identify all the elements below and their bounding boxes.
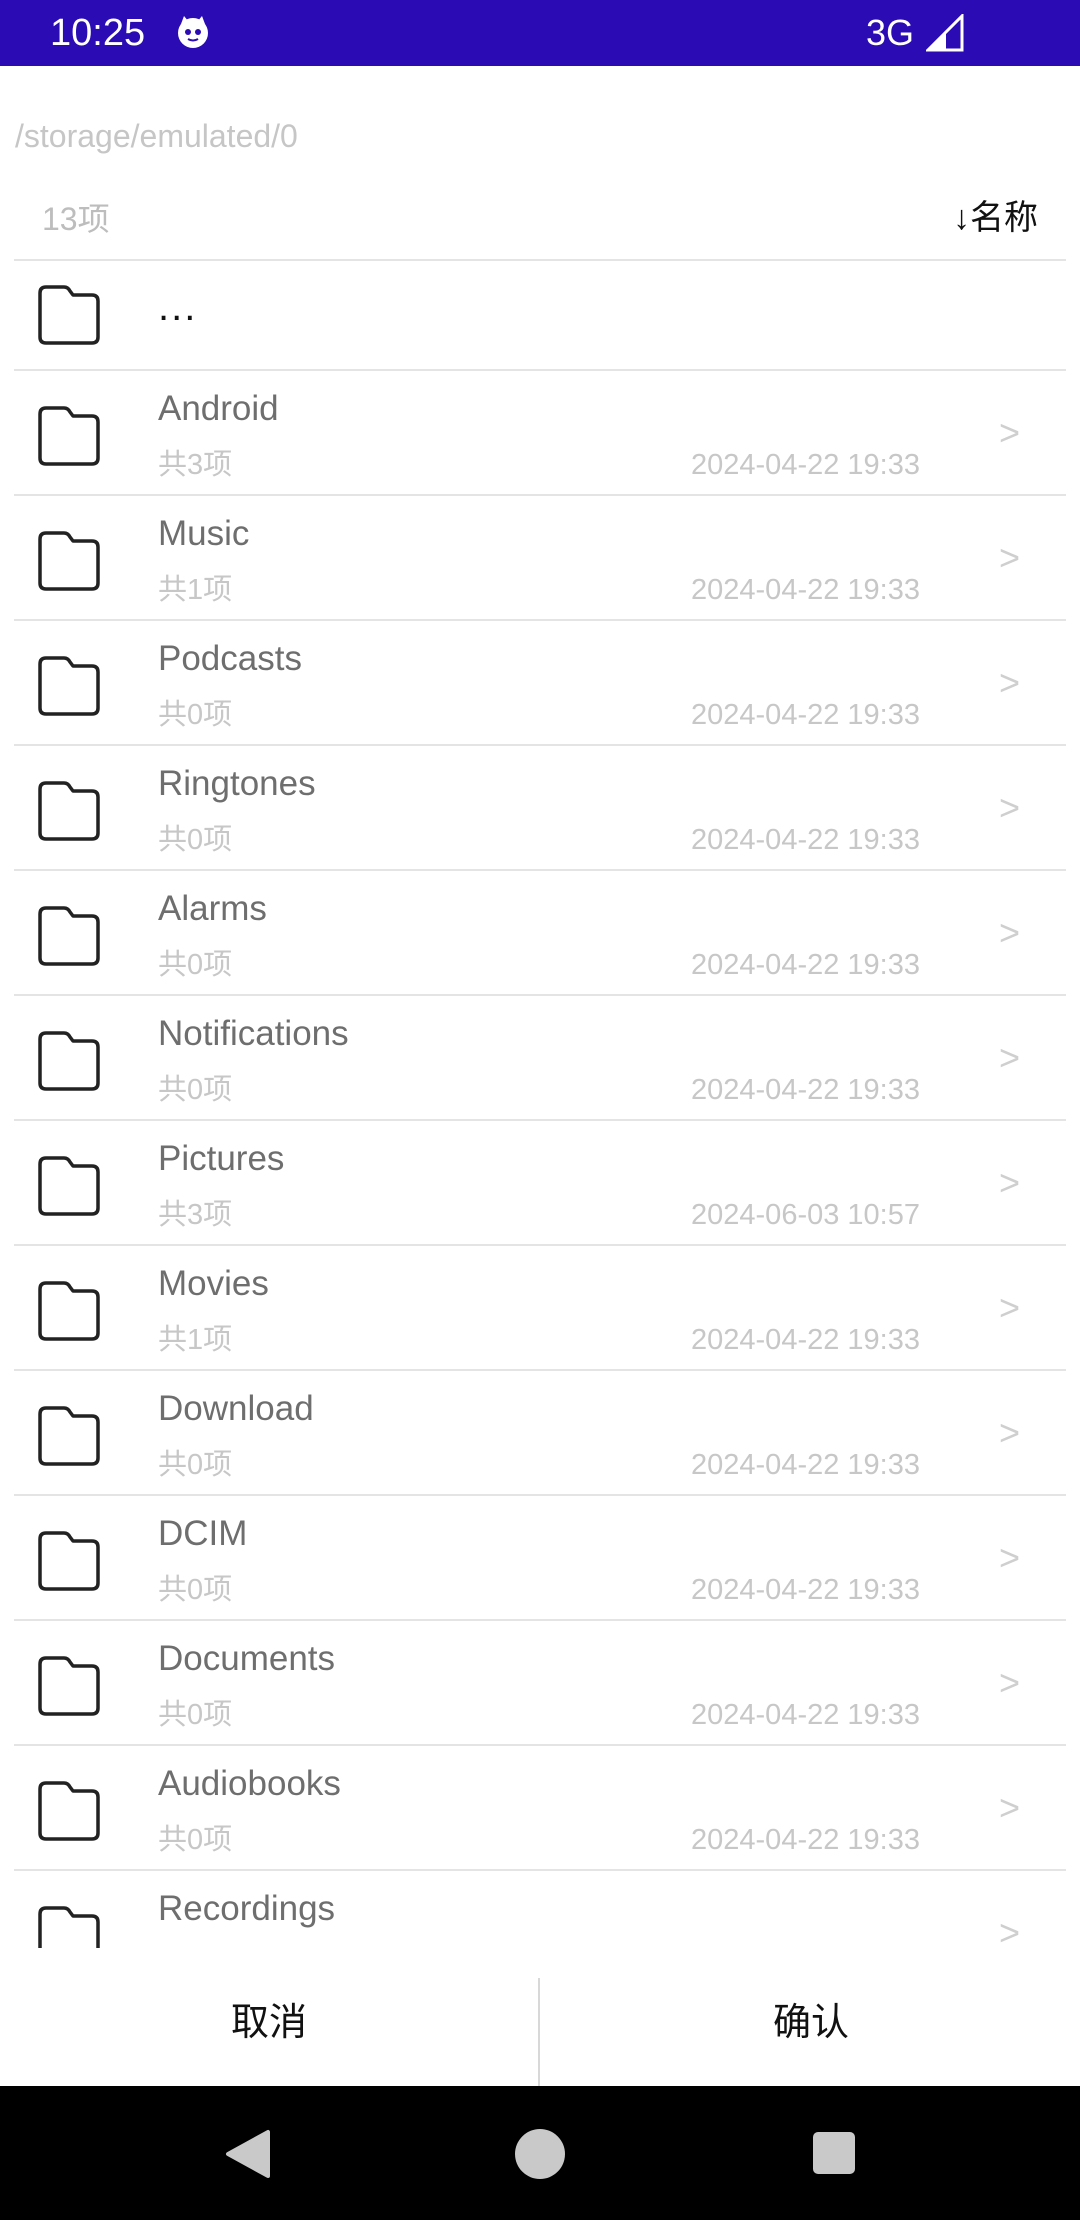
- chevron-right-icon[interactable]: >: [999, 1036, 1020, 1080]
- chevron-right-icon[interactable]: >: [999, 1661, 1020, 1705]
- chevron-right-icon[interactable]: >: [999, 1536, 1020, 1580]
- folder-modified-date: 2024-04-22 19:33: [691, 574, 920, 606]
- folder-row[interactable]: Audiobooks 共0项 2024-04-22 19:33 >: [14, 1746, 1066, 1871]
- folder-icon: [38, 781, 100, 841]
- folder-item-count: 共0项: [158, 1074, 233, 1106]
- chevron-right-icon[interactable]: >: [999, 1911, 1020, 1948]
- folder-modified-date: 2024-04-22 19:33: [691, 699, 920, 731]
- folder-item-count: 共0项: [158, 1824, 233, 1856]
- folder-row[interactable]: Podcasts 共0项 2024-04-22 19:33 >: [14, 621, 1066, 746]
- folder-modified-date: 2024-04-22 19:33: [691, 1449, 920, 1481]
- back-icon[interactable]: [222, 2128, 272, 2180]
- folder-modified-date: 2024-04-22 19:33: [691, 449, 920, 481]
- folder-icon: [38, 1031, 100, 1091]
- folder-item-count: 共0项: [158, 699, 233, 731]
- folder-modified-date: 2024-04-22 19:33: [691, 1324, 920, 1356]
- chevron-right-icon[interactable]: >: [999, 1161, 1020, 1205]
- chevron-right-icon[interactable]: >: [999, 536, 1020, 580]
- folder-icon: [38, 531, 100, 591]
- folder-name: Documents: [158, 1639, 336, 1678]
- folder-name: Download: [158, 1389, 314, 1428]
- home-icon[interactable]: [515, 2129, 565, 2179]
- chevron-right-icon[interactable]: >: [999, 411, 1020, 455]
- status-time: 10:25: [50, 12, 146, 54]
- folder-name: Alarms: [158, 889, 267, 928]
- navigation-bar: [0, 2086, 1080, 2220]
- chevron-right-icon[interactable]: >: [999, 911, 1020, 955]
- folder-row[interactable]: Android 共3项 2024-04-22 19:33 >: [14, 371, 1066, 496]
- chevron-right-icon[interactable]: >: [999, 1786, 1020, 1830]
- folder-row[interactable]: Movies 共1项 2024-04-22 19:33 >: [14, 1246, 1066, 1371]
- folder-name: Android: [158, 389, 279, 428]
- confirm-button[interactable]: 确认: [542, 1950, 1080, 2086]
- folder-modified-date: 2024-04-22 19:33: [691, 949, 920, 981]
- folder-row[interactable]: Pictures 共3项 2024-06-03 10:57 >: [14, 1121, 1066, 1246]
- folder-modified-date: 2024-04-22 19:33: [691, 1699, 920, 1731]
- folder-icon: [38, 1531, 100, 1591]
- item-count: 13项: [42, 201, 110, 237]
- folder-row[interactable]: DCIM 共0项 2024-04-22 19:33 >: [14, 1496, 1066, 1621]
- folder-item-count: 共0项: [158, 1699, 233, 1731]
- recent-apps-icon[interactable]: [813, 2132, 855, 2174]
- parent-directory-label: ...: [158, 285, 198, 329]
- folder-item-count: 共1项: [158, 574, 233, 606]
- button-divider: [538, 1978, 540, 2086]
- folder-icon: [38, 1156, 100, 1216]
- folder-icon: [38, 1281, 100, 1341]
- folder-item-count: 共0项: [158, 824, 233, 856]
- cat-face-icon: [178, 16, 208, 48]
- folder-modified-date: 2024-04-22 19:33: [691, 1574, 920, 1606]
- folder-name: Audiobooks: [158, 1764, 341, 1803]
- folder-row[interactable]: Ringtones 共0项 2024-04-22 19:33 >: [14, 746, 1066, 871]
- folder-item-count: 共0项: [158, 1449, 233, 1481]
- chevron-right-icon[interactable]: >: [999, 1286, 1020, 1330]
- current-path: /storage/emulated/0: [15, 118, 298, 154]
- folder-icon: [38, 1906, 100, 1948]
- network-type: 3G: [866, 12, 915, 53]
- folder-row[interactable]: Alarms 共0项 2024-04-22 19:33 >: [14, 871, 1066, 996]
- folder-row[interactable]: Music 共1项 2024-04-22 19:33 >: [14, 496, 1066, 621]
- folder-icon: [38, 406, 100, 466]
- folder-icon: [38, 285, 100, 345]
- folder-modified-date: 2024-04-22 19:33: [691, 824, 920, 856]
- folder-modified-date: 2024-04-22 19:33: [691, 1824, 920, 1856]
- folder-icon: [38, 906, 100, 966]
- folder-item-count: 共0项: [158, 949, 233, 981]
- folder-row[interactable]: Documents 共0项 2024-04-22 19:33 >: [14, 1621, 1066, 1746]
- cancel-button[interactable]: 取消: [0, 1950, 538, 2086]
- status-bar: 10:25 3G: [0, 0, 1080, 66]
- folder-item-count: 共3项: [158, 1199, 233, 1231]
- folder-list[interactable]: ... Android 共3项 2024-04-22 19:33 > Music 共1项 2…: [14, 261, 1066, 1948]
- folder-row[interactable]: Notifications 共0项 2024-04-22 19:33 >: [14, 996, 1066, 1121]
- folder-icon: [38, 656, 100, 716]
- folder-name: Pictures: [158, 1139, 285, 1178]
- folder-item-count: 共1项: [158, 1324, 233, 1356]
- folder-name: Movies: [158, 1264, 269, 1303]
- folder-icon: [38, 1656, 100, 1716]
- signal-icon: [926, 14, 964, 52]
- folder-name: Notifications: [158, 1014, 349, 1053]
- folder-item-count: 共0项: [158, 1574, 233, 1606]
- file-picker-screen: 10:25 3G /storage/emulated/0 13项 ↓名称 ...…: [0, 0, 1080, 2220]
- dialog-button-bar: 取消 确认: [0, 1950, 1080, 2086]
- parent-directory-item[interactable]: ...: [14, 261, 1066, 371]
- folder-name: DCIM: [158, 1514, 248, 1553]
- folder-name: Recordings: [158, 1889, 336, 1928]
- chevron-right-icon[interactable]: >: [999, 786, 1020, 830]
- folder-name: Podcasts: [158, 639, 302, 678]
- folder-icon: [38, 1781, 100, 1841]
- folder-modified-date: 2024-04-22 19:33: [691, 1074, 920, 1106]
- folder-item-count: 共3项: [158, 449, 233, 481]
- chevron-right-icon[interactable]: >: [999, 1411, 1020, 1455]
- folder-name: Ringtones: [158, 764, 316, 803]
- sort-by-name-button[interactable]: ↓名称: [953, 196, 1038, 240]
- folder-row[interactable]: Recordings >: [14, 1871, 1066, 1948]
- folder-row[interactable]: Download 共0项 2024-04-22 19:33 >: [14, 1371, 1066, 1496]
- chevron-right-icon[interactable]: >: [999, 661, 1020, 705]
- folder-icon: [38, 1406, 100, 1466]
- folder-modified-date: 2024-06-03 10:57: [691, 1199, 920, 1231]
- folder-name: Music: [158, 514, 250, 553]
